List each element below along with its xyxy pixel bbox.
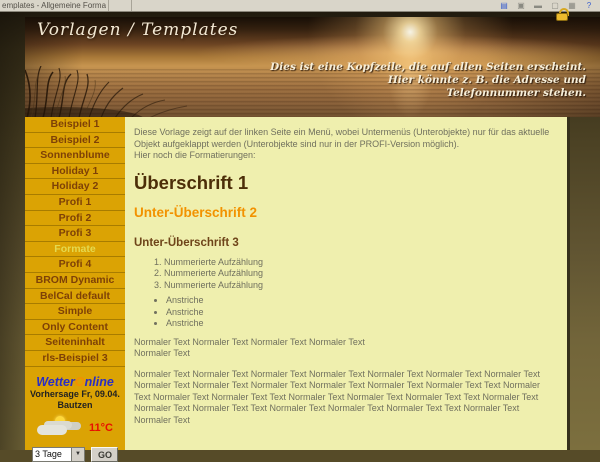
heading-1: Überschrift 1 <box>134 172 558 193</box>
main-content: Diese Vorlage zeigt auf der linken Seite… <box>125 117 570 450</box>
sidebar-menu-item[interactable]: Holiday 2 <box>25 179 125 195</box>
normal-text-paragraph: Normaler Text Normaler Text Normaler Tex… <box>134 337 558 360</box>
heading-2: Unter-Überschrift 2 <box>134 205 558 221</box>
weather-widget: WetterOnline Vorhersage Fr, 09.04. Bautz… <box>25 375 125 462</box>
numbered-list-item: Nummerierte Aufzählung <box>164 268 558 280</box>
numbered-list-item: Nummerierte Aufzählung <box>164 257 558 269</box>
sidebar-menu-item[interactable]: Holiday 1 <box>25 164 125 180</box>
dune-grass-decoration <box>25 66 215 117</box>
sidebar-menu-item[interactable]: Profi 1 <box>25 195 125 211</box>
sidebar-menu-item[interactable]: rls-Beispiel 3 <box>25 351 125 367</box>
numbered-list: Nummerierte AufzählungNummerierte Aufzäh… <box>134 257 558 292</box>
sidebar-menu: Beispiel 1 Beispiel 2 Sonnenblume Holida… <box>25 117 125 367</box>
sidebar-menu-item[interactable]: Seiteninhalt <box>25 335 125 351</box>
wetteronline-logo[interactable]: WetterOnline <box>25 375 125 389</box>
sidebar-menu-item[interactable]: Formate <box>25 242 125 258</box>
browser-tab-stub[interactable] <box>108 0 132 11</box>
bullet-list-item: Anstriche <box>166 295 558 307</box>
header-banner-image: Vorlagen / Templates Dies ist eine Kopfz… <box>25 17 600 117</box>
sidebar-menu-item[interactable]: Profi 4 <box>25 257 125 273</box>
page-title: Vorlagen / Templates <box>37 20 238 40</box>
sidebar: Beispiel 1 Beispiel 2 Sonnenblume Holida… <box>25 117 125 450</box>
sidebar-menu-item[interactable]: BelCal default <box>25 289 125 305</box>
numbered-list-item: Nummerierte Aufzählung <box>164 280 558 292</box>
header-tagline: Dies ist eine Kopfzeile, die auf allen S… <box>270 61 586 100</box>
sidebar-menu-item[interactable]: Beispiel 1 <box>25 117 125 133</box>
tagline-line: Hier könnte z. B. die Adresse und <box>270 74 586 87</box>
go-button[interactable]: GO <box>91 447 118 462</box>
sidebar-menu-item[interactable]: Sonnenblume <box>25 148 125 164</box>
sidebar-menu-item[interactable]: Beispiel 2 <box>25 133 125 149</box>
tagline-line: Dies ist eine Kopfzeile, die auf allen S… <box>270 61 586 74</box>
forecast-range-value: 3 Tage <box>33 448 71 461</box>
sidebar-menu-item[interactable]: BROM Dynamic <box>25 273 125 289</box>
normal-text-line: Normaler Text Normaler Text Normaler Tex… <box>134 337 558 349</box>
help-icon[interactable]: ? <box>584 1 594 10</box>
forecast-range-select[interactable]: 3 Tage ▼ <box>32 447 85 462</box>
browser-bar: emplates - Allgemeine Formate für Texte … <box>0 0 600 12</box>
sidebar-menu-item[interactable]: Only Content <box>25 320 125 336</box>
browser-tab-title: emplates - Allgemeine Formate für Texte … <box>2 1 106 10</box>
chevron-down-icon[interactable]: ▼ <box>71 448 84 461</box>
tagline-line: Telefonnummer stehen. <box>270 87 586 100</box>
weather-current-row: 11°C <box>25 418 125 438</box>
bullet-list-item: Anstriche <box>166 307 558 319</box>
weather-controls: 3 Tage ▼ GO <box>25 447 125 462</box>
sidebar-menu-item[interactable]: Profi 3 <box>25 226 125 242</box>
bullet-list: AnstricheAnstricheAnstriche <box>134 295 558 330</box>
bullet-list-item: Anstriche <box>166 318 558 330</box>
lock-icon[interactable] <box>556 8 570 22</box>
normal-text-line: Normaler Text <box>134 348 558 360</box>
forecast-date: Vorhersage Fr, 09.04. <box>25 389 125 400</box>
heading-3: Unter-Überschrift 3 <box>134 236 558 250</box>
intro-paragraph: Diese Vorlage zeigt auf der linken Seite… <box>134 127 558 150</box>
sidebar-menu-item[interactable]: Simple <box>25 304 125 320</box>
minimize-icon[interactable]: ▬ <box>533 1 543 10</box>
browser-toolbar-icons: ▤ ▣ ▬ ▢ ▦ ? <box>499 1 594 10</box>
forecast-location: Bautzen <box>25 400 125 411</box>
intro2-paragraph: Hier noch die Formatierungen: <box>134 150 558 162</box>
sun-o-icon: O <box>75 375 85 389</box>
sidebar-menu-item[interactable]: Profi 2 <box>25 211 125 227</box>
cloud-sun-icon <box>37 419 71 436</box>
window-icon[interactable]: ▣ <box>516 1 526 10</box>
page-icon[interactable]: ▤ <box>499 1 509 10</box>
long-text-paragraph: Normaler Text Normaler Text Normaler Tex… <box>134 369 558 427</box>
temperature-value: 11°C <box>89 422 113 434</box>
